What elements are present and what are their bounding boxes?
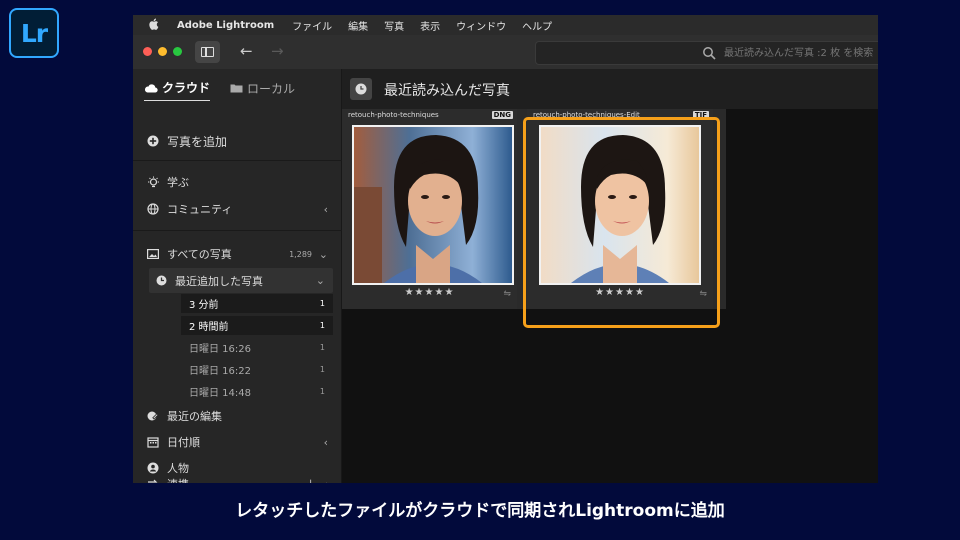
recently-added-label: 最近追加した写真 xyxy=(175,274,263,288)
star-rating[interactable]: ★★★★★ xyxy=(527,287,713,298)
recent-item-count: 1 xyxy=(319,365,325,374)
sidebar: クラウド ローカル 写真を追加 学ぶ コミュニティ ‹ すべての写真 1,289… xyxy=(133,69,342,483)
photo-format-badge: TIF xyxy=(692,111,709,119)
page-title: 最近読み込んだ写真 xyxy=(384,83,510,99)
tab-local-label: ローカル xyxy=(247,81,296,96)
connections-label: 連携 xyxy=(167,476,189,483)
menu-edit[interactable]: 編集 xyxy=(348,18,368,33)
star-rating[interactable]: ★★★★★ xyxy=(342,287,517,298)
recent-item[interactable]: 2 時間前 1 xyxy=(181,316,333,335)
recent-item-label: 日曜日 16:22 xyxy=(189,366,251,377)
sidebar-item-recent-edits[interactable]: 最近の編集 xyxy=(133,407,342,425)
menu-photo[interactable]: 写真 xyxy=(384,18,404,33)
portrait-photo-edited[interactable] xyxy=(539,125,701,285)
zoom-window-button[interactable] xyxy=(173,47,182,56)
toggle-panel-button[interactable] xyxy=(195,41,220,63)
all-photos-label: すべての写真 xyxy=(167,248,232,261)
chevron-left-icon[interactable]: ‹ xyxy=(324,436,328,449)
sidebar-divider xyxy=(133,160,342,161)
recent-item[interactable]: 日曜日 16:26 1 xyxy=(181,338,333,357)
adjustments-icon: ⇋ xyxy=(699,289,707,299)
tab-cloud[interactable]: クラウド xyxy=(144,79,211,101)
main-header: 最近読み込んだ写真 xyxy=(342,69,878,109)
lightroom-window: Adobe Lightroom ファイル 編集 写真 表示 ウィンドウ ヘルプ … xyxy=(133,15,878,483)
sidebar-item-learn[interactable]: 学ぶ xyxy=(133,172,342,192)
sidebar-panel-icon xyxy=(201,47,214,57)
back-arrow-icon[interactable]: ← xyxy=(240,42,253,60)
sidebar-item-community[interactable]: コミュニティ ‹ xyxy=(133,199,342,219)
recent-item-label: 日曜日 14:48 xyxy=(189,388,251,399)
forward-arrow-icon[interactable]: → xyxy=(271,42,284,60)
edit-badge-icon xyxy=(147,410,159,422)
menu-help[interactable]: ヘルプ xyxy=(522,18,552,33)
portrait-photo[interactable] xyxy=(352,125,514,285)
recent-view-button[interactable] xyxy=(350,78,372,100)
chevron-left-icon[interactable]: ‹ xyxy=(324,478,328,484)
minimize-window-button[interactable] xyxy=(158,47,167,56)
recent-item[interactable]: 3 分前 1 xyxy=(181,294,333,313)
close-window-button[interactable] xyxy=(143,47,152,56)
photo-format-badge: DNG xyxy=(491,111,513,119)
recent-item[interactable]: 日曜日 16:22 1 xyxy=(181,360,333,379)
chevron-left-icon[interactable]: ‹ xyxy=(324,203,328,216)
photo-filename: retouch-photo-techniques xyxy=(348,111,439,119)
plus-circle-icon xyxy=(147,135,159,147)
photo-card[interactable]: retouch-photo-techniques-Edit TIF ★★★★★ … xyxy=(527,109,713,309)
source-tabs: クラウド ローカル xyxy=(144,79,315,101)
recent-item-count: 1 xyxy=(319,343,325,352)
sidebar-item-all-photos[interactable]: すべての写真 1,289 ⌄ xyxy=(133,244,342,264)
lightbulb-icon xyxy=(147,176,160,189)
by-date-label: 日付順 xyxy=(167,436,200,449)
photo-filename: retouch-photo-techniques-Edit xyxy=(533,111,640,119)
learn-label: 学ぶ xyxy=(167,176,189,189)
all-photos-count: 1,289 xyxy=(289,249,312,259)
people-label: 人物 xyxy=(167,462,189,475)
tab-cloud-label: クラウド xyxy=(162,81,211,95)
folder-icon xyxy=(230,84,243,93)
cloud-icon xyxy=(144,83,158,93)
menu-window[interactable]: ウィンドウ xyxy=(456,18,506,33)
tab-local[interactable]: ローカル xyxy=(230,79,295,101)
menu-app-name[interactable]: Adobe Lightroom xyxy=(177,20,274,31)
apple-icon[interactable] xyxy=(149,18,161,33)
sidebar-item-connections[interactable]: 連携 + ‹ xyxy=(133,475,342,483)
lightroom-logo: Lr xyxy=(9,8,59,58)
clock-icon xyxy=(156,275,167,286)
community-label: コミュニティ xyxy=(167,203,233,216)
sidebar-divider xyxy=(133,230,342,231)
sidebar-item-by-date[interactable]: 日付順 ‹ xyxy=(133,433,342,451)
menu-file[interactable]: ファイル xyxy=(292,18,332,33)
recent-item[interactable]: 日曜日 14:48 1 xyxy=(181,382,333,401)
photo-icon xyxy=(147,249,159,259)
calendar-icon xyxy=(147,436,159,448)
search-input[interactable] xyxy=(724,45,874,61)
recent-item-count: 1 xyxy=(319,387,325,396)
search-box xyxy=(535,41,878,65)
add-photos-label: 写真を追加 xyxy=(167,134,228,149)
menu-bar: Adobe Lightroom ファイル 編集 写真 表示 ウィンドウ ヘルプ xyxy=(133,15,878,35)
recent-item-label: 3 分前 xyxy=(189,300,219,311)
main-content: 最近読み込んだ写真 retouch-photo-techniques DNG ★… xyxy=(342,69,878,483)
recent-item-count: 1 xyxy=(319,321,325,330)
person-icon xyxy=(147,462,159,474)
recent-item-label: 2 時間前 xyxy=(189,322,229,333)
chevron-down-icon[interactable]: ⌄ xyxy=(316,274,325,287)
menu-view[interactable]: 表示 xyxy=(420,18,440,33)
globe-icon xyxy=(147,203,159,215)
add-photos-button[interactable]: 写真を追加 xyxy=(133,131,342,151)
adjustments-icon: ⇋ xyxy=(503,289,511,299)
recent-item-label: 日曜日 16:26 xyxy=(189,344,251,355)
app-toolbar: ← → xyxy=(133,35,878,70)
recent-item-count: 1 xyxy=(319,299,325,308)
search-icon xyxy=(703,47,716,60)
caption: レタッチしたファイルがクラウドで同期されLightroomに追加 xyxy=(235,501,725,521)
connections-icon xyxy=(147,478,159,483)
chevron-down-icon[interactable]: ⌄ xyxy=(319,248,328,261)
sidebar-item-recently-added[interactable]: 最近追加した写真 ⌄ xyxy=(149,268,333,293)
add-icon[interactable]: + xyxy=(305,477,316,484)
clock-icon xyxy=(355,83,367,95)
photo-card[interactable]: retouch-photo-techniques DNG ★★★★★ ⇋ xyxy=(342,109,517,309)
recent-edits-label: 最近の編集 xyxy=(167,410,222,423)
